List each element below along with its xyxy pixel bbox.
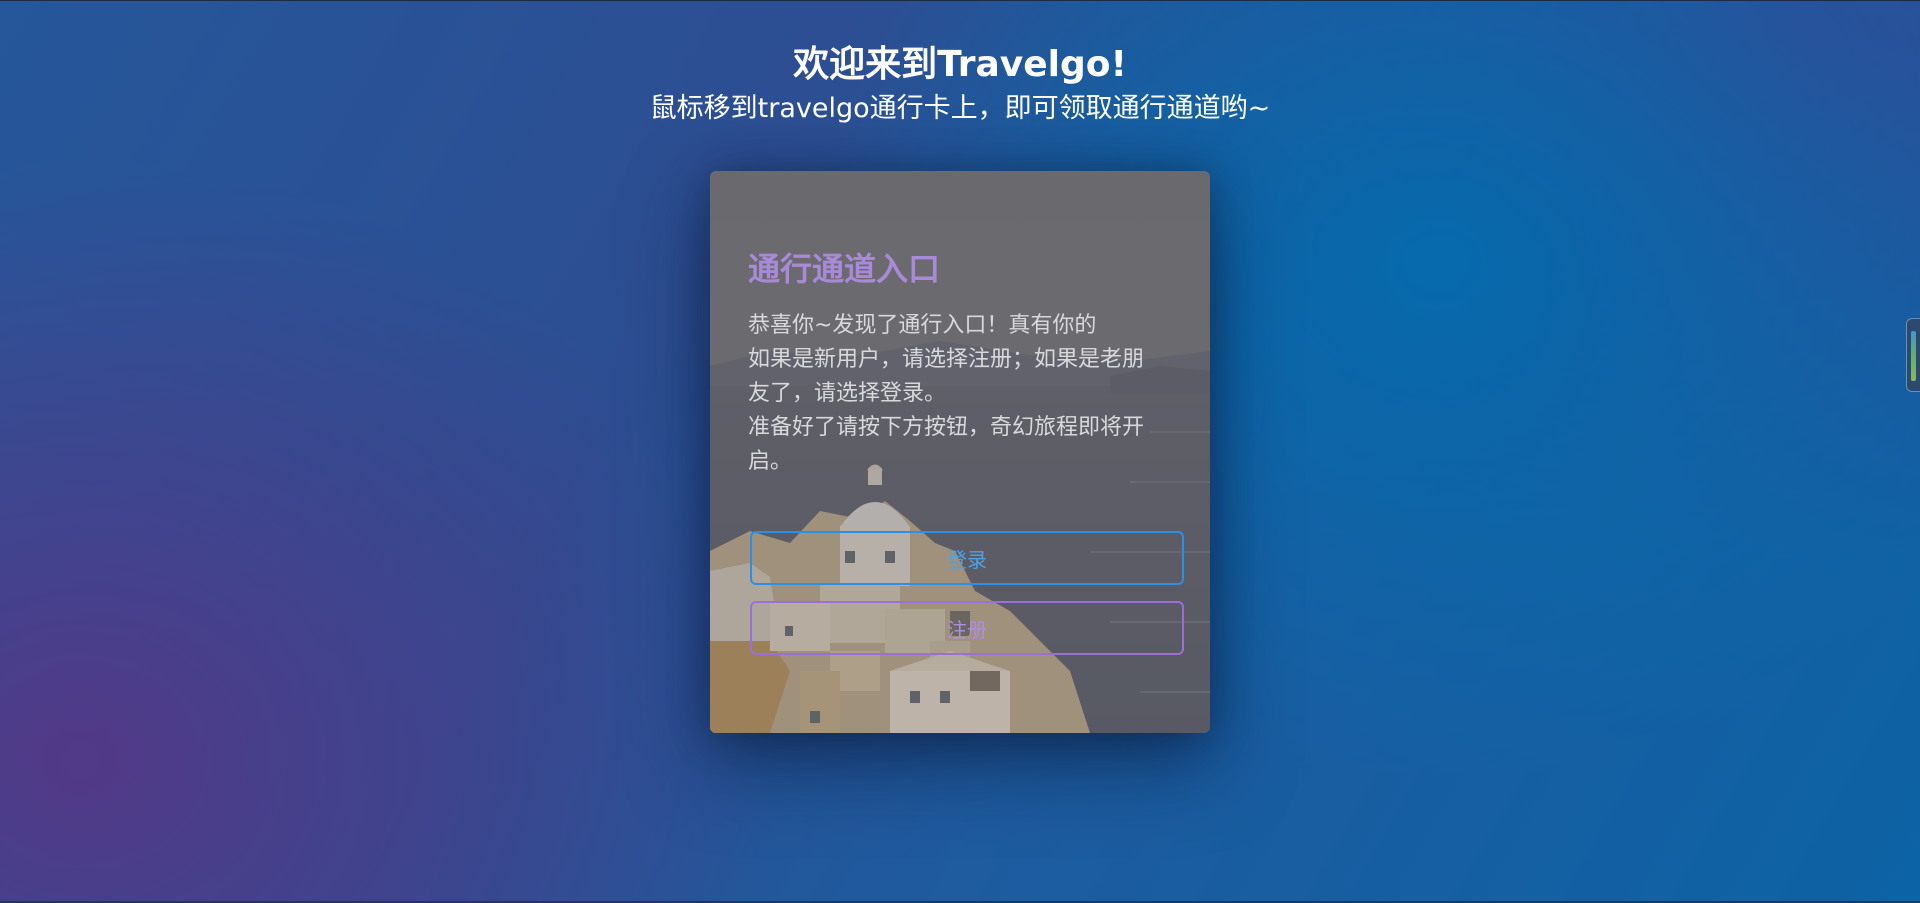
page-subtitle: 鼠标移到travelgo通行卡上，即可领取通行通道哟~: [649, 93, 1271, 124]
welcome-header: 欢迎来到Travelgo! 鼠标移到travelgo通行卡上，即可领取通行通道哟…: [0, 40, 1920, 128]
card-line: 如果是新用户，请选择注册；如果是老朋友了，请选择登录。: [748, 347, 1145, 406]
top-border: [0, 0, 1920, 1]
card-title: 通行通道入口: [748, 250, 941, 288]
volume-meter-bar: [1911, 331, 1916, 381]
card-line: 准备好了请按下方按钮，奇幻旅程即将开启。: [748, 415, 1145, 474]
register-button[interactable]: 注册: [750, 601, 1184, 655]
card-line: 恭喜你~发现了通行入口！真有你的: [748, 313, 1097, 338]
travel-pass-card[interactable]: 通行通道入口 恭喜你~发现了通行入口！真有你的 如果是新用户，请选择注册；如果是…: [710, 171, 1210, 733]
card-description: 恭喜你~发现了通行入口！真有你的 如果是新用户，请选择注册；如果是老朋友了，请选…: [748, 309, 1148, 479]
volume-meter-icon[interactable]: [1906, 318, 1920, 392]
page-title: 欢迎来到Travelgo!: [793, 44, 1127, 85]
login-button[interactable]: 登录: [750, 531, 1184, 585]
card-content: 通行通道入口 恭喜你~发现了通行入口！真有你的 如果是新用户，请选择注册；如果是…: [748, 247, 1178, 479]
